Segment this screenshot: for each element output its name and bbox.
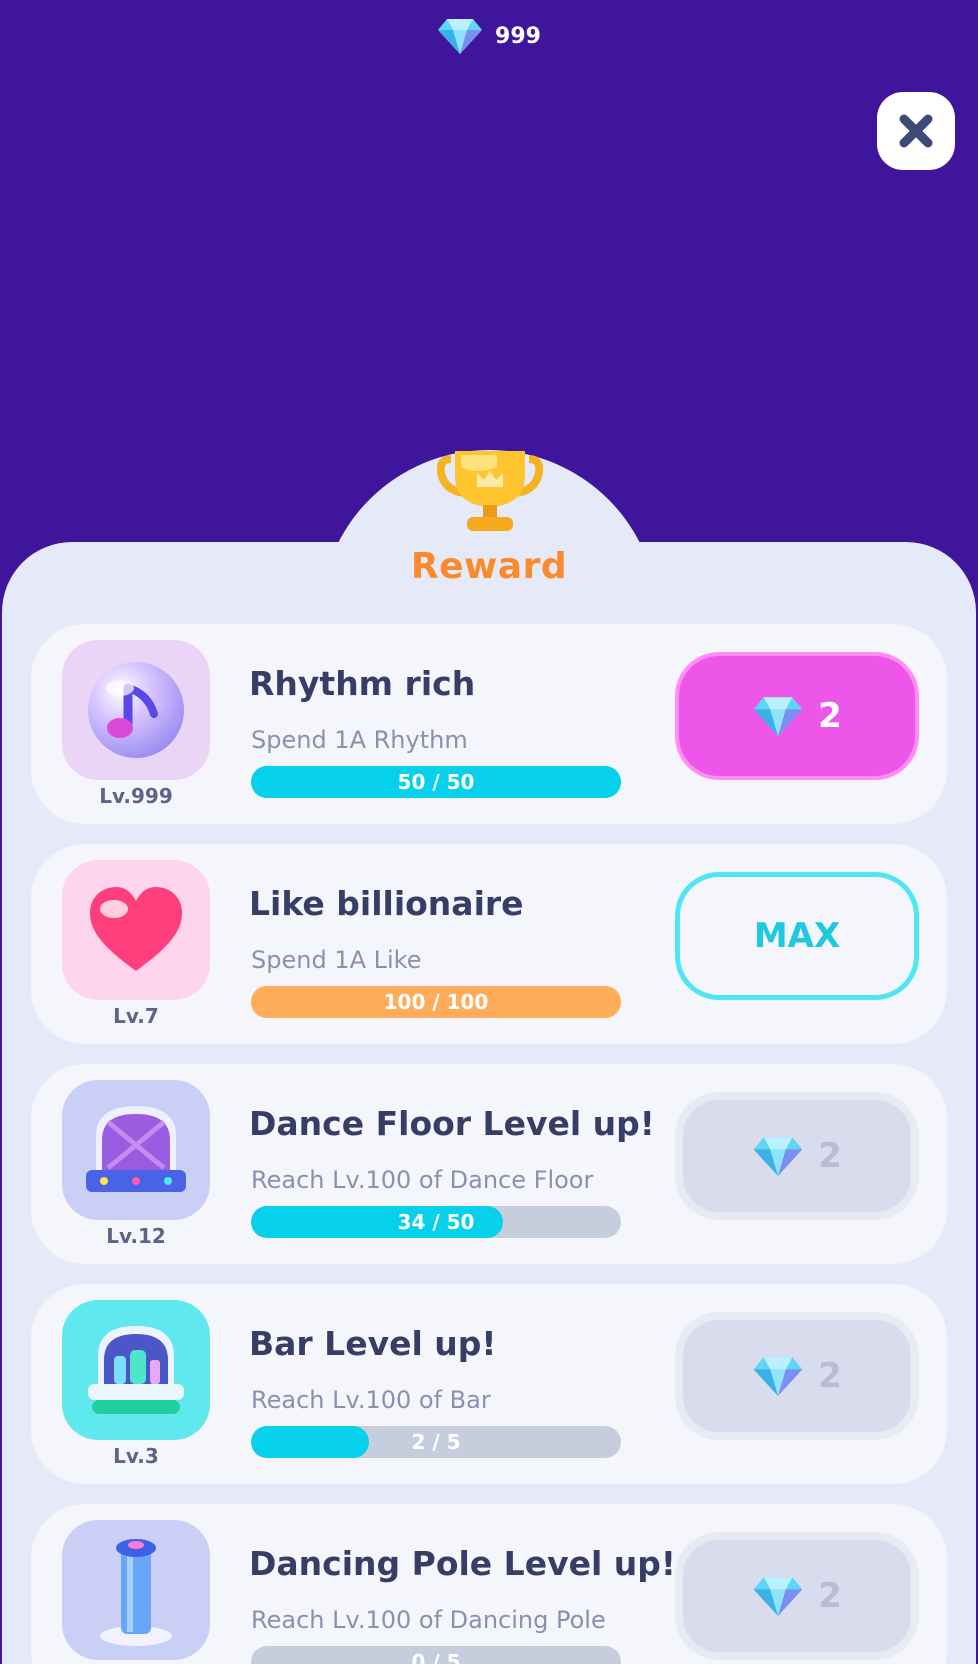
item-title: Dance Floor Level up! xyxy=(249,1104,655,1143)
item-level: Lv.12 xyxy=(106,1224,166,1248)
item-level: Lv.7 xyxy=(113,1004,159,1028)
item-thumbnail xyxy=(62,860,210,1000)
panel-title: Reward xyxy=(410,546,568,587)
reward-item-rhythm-rich: Lv.999 Rhythm rich Spend 1A Rhythm 50 / … xyxy=(31,624,947,824)
item-title: Like billionaire xyxy=(249,884,524,923)
reward-amount: 2 xyxy=(818,1356,842,1396)
claim-button-locked[interactable]: 2 xyxy=(675,1312,919,1440)
dancing-pole-icon xyxy=(100,1539,172,1646)
coin-count: 999 xyxy=(495,23,541,49)
claim-button-locked[interactable]: 2 xyxy=(675,1532,919,1660)
item-subtitle: Reach Lv.100 of Bar xyxy=(251,1386,491,1414)
progress-bar: 100 / 100 xyxy=(251,986,621,1018)
diamond-icon xyxy=(753,1577,803,1616)
diamond-icon xyxy=(438,19,483,54)
close-button[interactable] xyxy=(877,92,955,170)
music-note-orb-icon xyxy=(88,662,184,758)
heart-icon xyxy=(90,887,182,971)
progress-label: 100 / 100 xyxy=(383,990,489,1014)
item-level: Lv.999 xyxy=(99,784,173,808)
reward-amount: 2 xyxy=(818,696,842,736)
claim-button[interactable]: 2 xyxy=(675,652,919,780)
item-title: Dancing Pole Level up! xyxy=(249,1544,676,1583)
progress-label: 50 / 50 xyxy=(397,770,475,794)
item-level: Lv.3 xyxy=(113,1444,159,1468)
max-label: MAX xyxy=(753,916,841,956)
close-icon xyxy=(899,114,933,148)
progress-bar: 0 / 5 xyxy=(251,1646,621,1664)
item-thumbnail xyxy=(62,640,210,780)
progress-label: 0 / 5 xyxy=(411,1650,461,1664)
item-title: Rhythm rich xyxy=(249,664,476,703)
bar-icon xyxy=(88,1326,184,1414)
progress-label: 2 / 5 xyxy=(411,1430,461,1454)
progress-label: 34 / 50 xyxy=(397,1210,475,1234)
reward-amount: 2 xyxy=(818,1576,842,1616)
trophy-icon xyxy=(437,451,543,531)
reward-item-bar: Lv.3 Bar Level up! Reach Lv.100 of Bar 2… xyxy=(31,1284,947,1484)
reward-item-like-billionaire: Lv.7 Like billionaire Spend 1A Like 100 … xyxy=(31,844,947,1044)
item-thumbnail xyxy=(62,1520,210,1660)
claim-button-locked[interactable]: 2 xyxy=(675,1092,919,1220)
max-button[interactable]: MAX xyxy=(675,872,919,1000)
item-thumbnail xyxy=(62,1080,210,1220)
item-subtitle: Reach Lv.100 of Dancing Pole xyxy=(251,1606,606,1634)
progress-bar: 34 / 50 xyxy=(251,1206,621,1238)
diamond-icon xyxy=(753,697,803,736)
diamond-icon xyxy=(753,1137,803,1176)
reward-item-dancing-pole: Dancing Pole Level up! Reach Lv.100 of D… xyxy=(31,1504,947,1664)
reward-amount: 2 xyxy=(818,1136,842,1176)
item-thumbnail xyxy=(62,1300,210,1440)
item-title: Bar Level up! xyxy=(249,1324,497,1363)
item-subtitle: Reach Lv.100 of Dance Floor xyxy=(251,1166,594,1194)
dance-floor-icon xyxy=(86,1106,186,1192)
item-subtitle: Spend 1A Rhythm xyxy=(251,726,468,754)
progress-bar: 2 / 5 xyxy=(251,1426,621,1458)
diamond-icon xyxy=(753,1357,803,1396)
item-subtitle: Spend 1A Like xyxy=(251,946,422,974)
coin-counter: 999 xyxy=(0,16,978,56)
progress-bar: 50 / 50 xyxy=(251,766,621,798)
reward-item-dance-floor: Lv.12 Dance Floor Level up! Reach Lv.100… xyxy=(31,1064,947,1264)
